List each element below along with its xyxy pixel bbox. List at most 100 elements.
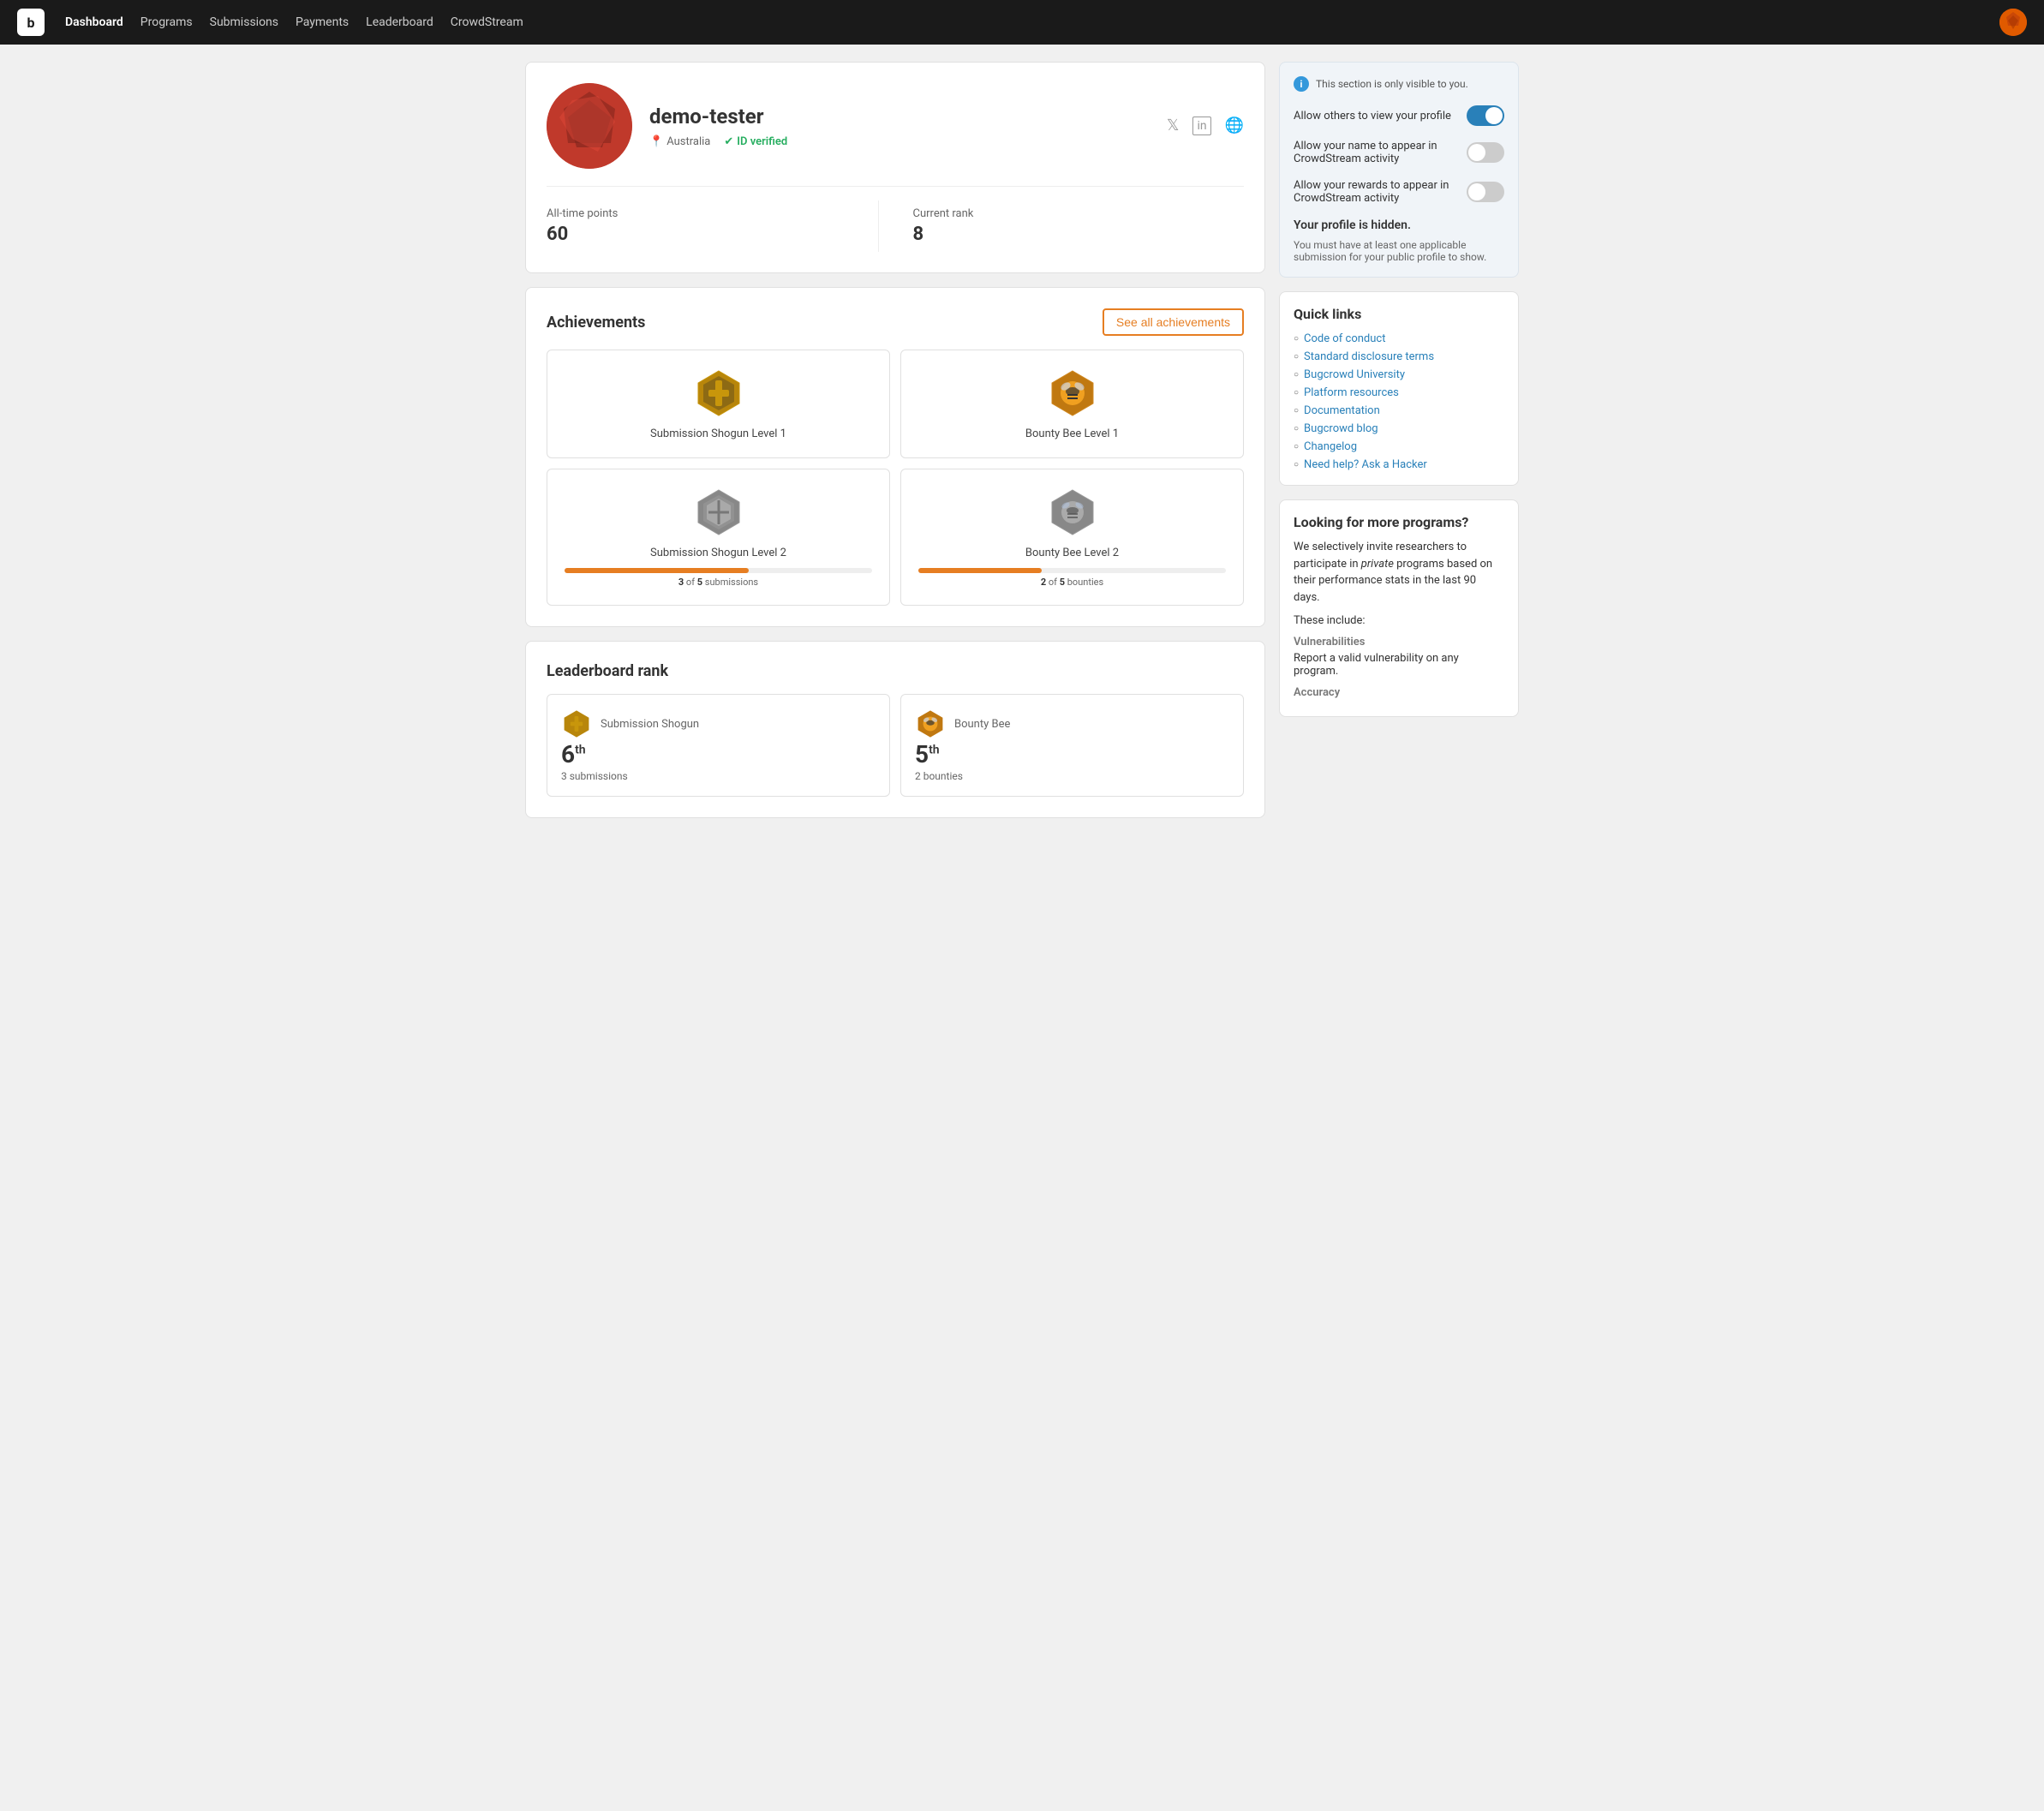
more-programs-accuracy-label: Accuracy [1294, 686, 1504, 699]
nav-submissions[interactable]: Submissions [210, 15, 278, 29]
more-programs-these-include: These include: [1294, 614, 1504, 627]
quick-link-blog[interactable]: Bugcrowd blog [1304, 422, 1378, 435]
shogun-level2-icon [693, 487, 744, 538]
profile-avatar-image [547, 83, 632, 169]
lb-bee-rank: 5th [915, 743, 940, 767]
toggle-knob [1485, 107, 1503, 124]
lb-shogun-sub: 3 submissions [561, 770, 628, 782]
achievement-progress-shogun2: 3 of 5 submissions [565, 568, 872, 588]
quick-link-item-3: Platform resources [1294, 386, 1504, 399]
more-programs-title: Looking for more programs? [1294, 514, 1504, 530]
leaderboard-bee: Bounty Bee 5th 2 bounties [900, 694, 1244, 797]
visibility-card: i This section is only visible to you. A… [1279, 62, 1519, 278]
toggle-crowdstream-rewards-switch[interactable] [1467, 182, 1504, 202]
quick-link-item-6: Changelog [1294, 440, 1504, 453]
achievement-label-bee1: Bounty Bee Level 1 [1025, 427, 1119, 440]
user-avatar[interactable] [1999, 9, 2027, 36]
lb-bee-header: Bounty Bee [915, 708, 1010, 739]
achievement-submission-shogun-2: Submission Shogun Level 2 3 of 5 submiss… [547, 469, 890, 606]
lb-shogun-rank: 6th [561, 743, 586, 767]
toggle-knob-2 [1468, 144, 1485, 161]
stat-current-rank: Current rank 8 [878, 200, 1245, 252]
quick-link-code-of-conduct[interactable]: Code of conduct [1304, 332, 1385, 345]
lb-shogun-name: Submission Shogun [601, 718, 699, 731]
visibility-note: i This section is only visible to you. [1294, 76, 1504, 92]
nav-leaderboard[interactable]: Leaderboard [366, 15, 433, 29]
achievements-header: Achievements See all achievements [547, 308, 1244, 336]
side-column: i This section is only visible to you. A… [1279, 62, 1519, 818]
quick-link-item-5: Bugcrowd blog [1294, 422, 1504, 435]
profile-card: demo-tester 📍 Australia ✔ ID verified 𝕏 [525, 62, 1265, 273]
progress-bg-bee2 [918, 568, 1226, 573]
linkedin-icon[interactable]: in [1192, 117, 1210, 135]
progress-fill-bee2 [918, 568, 1042, 573]
website-icon[interactable]: 🌐 [1225, 117, 1244, 135]
quick-link-disclosure-terms[interactable]: Standard disclosure terms [1304, 350, 1434, 363]
profile-hidden-label: Your profile is hidden. [1294, 218, 1504, 232]
nav-payments[interactable]: Payments [296, 15, 349, 29]
progress-text-bee2: 2 of 5 bounties [918, 577, 1226, 588]
avatar-icon [1999, 9, 2027, 36]
stat-all-time-points: All-time points 60 [547, 200, 878, 252]
profile-location: 📍 Australia [649, 135, 710, 148]
twitter-icon[interactable]: 𝕏 [1167, 117, 1180, 135]
leaderboard-shogun: Submission Shogun 6th 3 submissions [547, 694, 890, 797]
lb-shogun-header: Submission Shogun [561, 708, 699, 739]
profile-avatar [547, 83, 632, 169]
quick-link-item-1: Standard disclosure terms [1294, 350, 1504, 363]
toggle-view-profile-switch[interactable] [1467, 105, 1504, 126]
profile-stats: All-time points 60 Current rank 8 [547, 187, 1244, 252]
toggle-view-profile: Allow others to view your profile [1294, 105, 1504, 126]
achievement-label-shogun1: Submission Shogun Level 1 [650, 427, 786, 440]
quick-link-changelog[interactable]: Changelog [1304, 440, 1357, 453]
profile-meta: 📍 Australia ✔ ID verified [649, 135, 1150, 148]
nav-links: Dashboard Programs Submissions Payments … [65, 15, 523, 29]
quick-link-platform-resources[interactable]: Platform resources [1304, 386, 1399, 399]
achievements-card: Achievements See all achievements Submis… [525, 287, 1265, 627]
achievement-label-bee2: Bounty Bee Level 2 [1025, 547, 1119, 559]
achievements-grid: Submission Shogun Level 1 Bounty Bee Lev… [547, 350, 1244, 606]
more-programs-desc: We selectively invite researchers to par… [1294, 539, 1504, 606]
progress-text-shogun2: 3 of 5 submissions [565, 577, 872, 588]
see-all-achievements-button[interactable]: See all achievements [1103, 308, 1244, 336]
navbar: b Dashboard Programs Submissions Payment… [0, 0, 2044, 45]
more-programs-vulnerabilities-label: Vulnerabilities [1294, 636, 1504, 648]
nav-dashboard[interactable]: Dashboard [65, 15, 123, 29]
achievement-bounty-bee-2: Bounty Bee Level 2 2 of 5 bounties [900, 469, 1244, 606]
leaderboard-grid: Submission Shogun 6th 3 submissions [547, 694, 1244, 797]
leaderboard-title: Leaderboard rank [547, 662, 1244, 680]
profile-hidden-desc: You must have at least one applicable su… [1294, 239, 1504, 263]
toggle-crowdstream-rewards: Allow your rewards to appear in CrowdStr… [1294, 179, 1504, 205]
profile-username: demo-tester [649, 105, 1150, 129]
nav-logo[interactable]: b [17, 9, 45, 36]
nav-programs[interactable]: Programs [140, 15, 193, 29]
quick-link-item-2: Bugcrowd University [1294, 368, 1504, 381]
quick-links-card: Quick links Code of conduct Standard dis… [1279, 291, 1519, 486]
quick-link-item-0: Code of conduct [1294, 332, 1504, 345]
lb-shogun-icon [561, 708, 592, 739]
verified-icon: ✔ [724, 135, 733, 148]
quick-links-title: Quick links [1294, 306, 1504, 322]
progress-fill-shogun2 [565, 568, 749, 573]
achievement-submission-shogun-1: Submission Shogun Level 1 [547, 350, 890, 458]
quick-link-ask-hacker[interactable]: Need help? Ask a Hacker [1304, 458, 1427, 471]
progress-bg-shogun2 [565, 568, 872, 573]
achievement-progress-bee2: 2 of 5 bounties [918, 568, 1226, 588]
nav-crowdstream[interactable]: CrowdStream [451, 15, 523, 29]
more-programs-vulnerabilities-desc: Report a valid vulnerability on any prog… [1294, 652, 1504, 678]
lb-bee-icon [915, 708, 946, 739]
profile-verified: ✔ ID verified [724, 135, 787, 148]
toggle-crowdstream-name-switch[interactable] [1467, 142, 1504, 163]
quick-links-list: Code of conduct Standard disclosure term… [1294, 332, 1504, 471]
quick-link-documentation[interactable]: Documentation [1304, 404, 1380, 417]
quick-link-university[interactable]: Bugcrowd University [1304, 368, 1405, 381]
quick-link-item-7: Need help? Ask a Hacker [1294, 458, 1504, 471]
profile-info: demo-tester 📍 Australia ✔ ID verified [649, 105, 1150, 148]
profile-social: 𝕏 in 🌐 [1167, 117, 1244, 135]
lb-bee-name: Bounty Bee [954, 718, 1010, 731]
lb-bee-sub: 2 bounties [915, 770, 963, 782]
shogun-level1-icon [693, 368, 744, 419]
bee-level1-icon [1047, 368, 1098, 419]
achievement-bounty-bee-1: Bounty Bee Level 1 [900, 350, 1244, 458]
profile-header: demo-tester 📍 Australia ✔ ID verified 𝕏 [547, 83, 1244, 187]
